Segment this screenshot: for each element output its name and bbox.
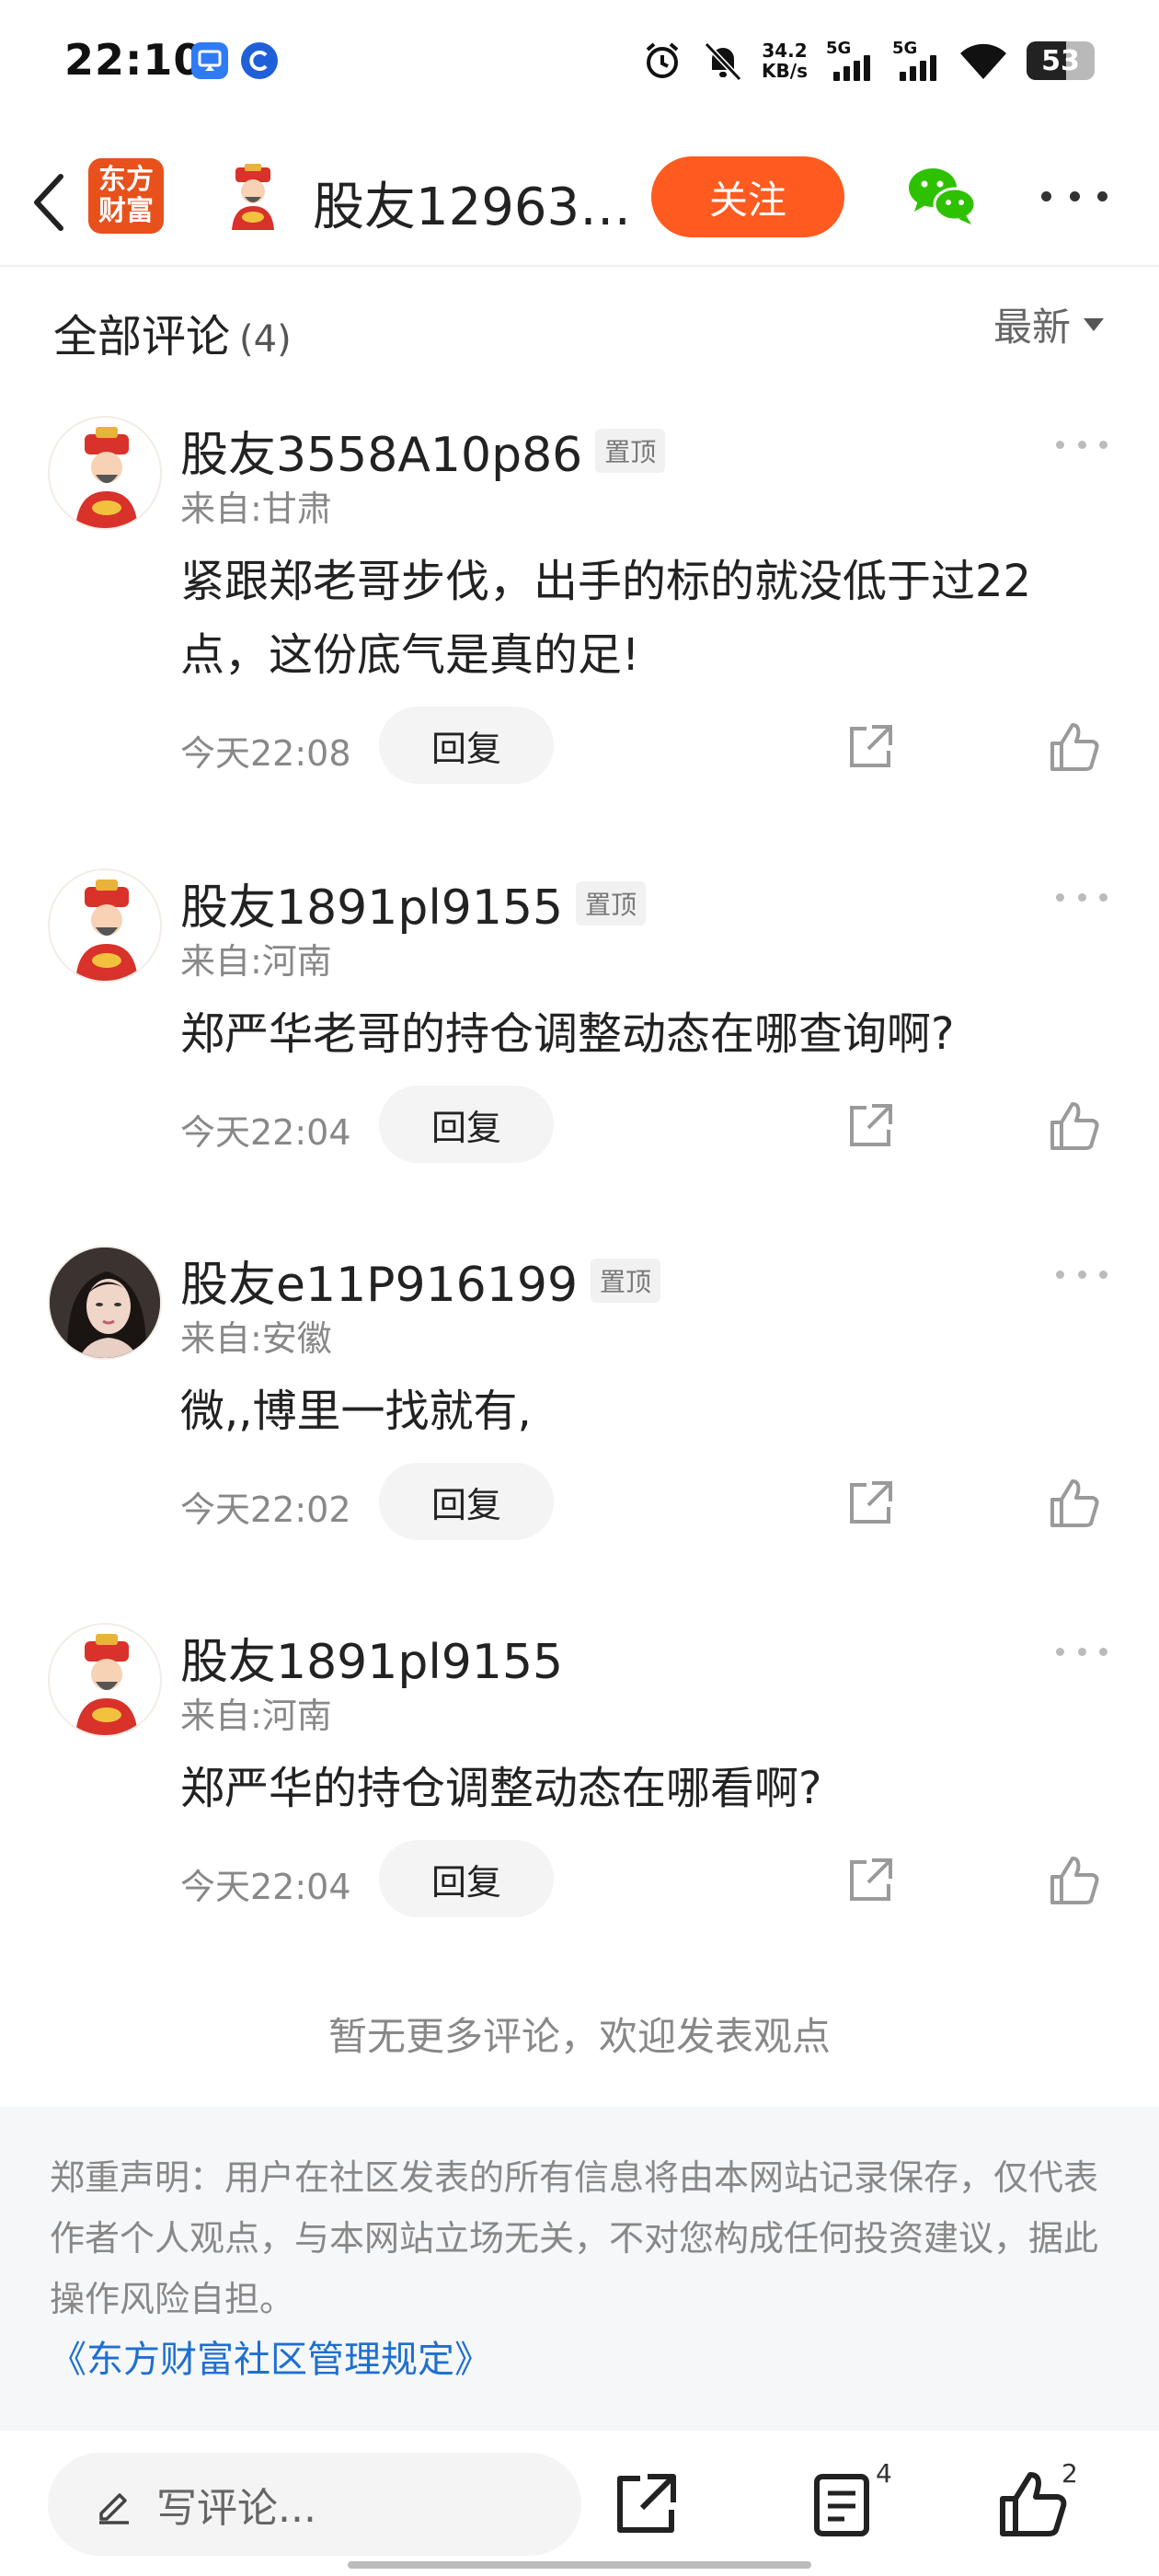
eastmoney-logo[interactable]: 东方 财富	[88, 158, 164, 234]
pinned-badge: 置顶	[595, 428, 666, 473]
comment-text: 郑严华的持仓调整动态在哪看啊?	[180, 1763, 822, 1814]
header-bar: 东方 财富 股友12963… 关注	[0, 138, 1159, 267]
thumbs-up-icon[interactable]	[1047, 1098, 1102, 1154]
fortune-god-avatar[interactable]	[48, 1623, 162, 1737]
back-arrow-icon	[34, 174, 63, 231]
comment-time: 今天22:08	[180, 733, 351, 774]
reply-button[interactable]: 回复	[379, 1086, 554, 1163]
comment-author[interactable]: 股友3558A10p86 置顶	[180, 416, 666, 485]
comment-input[interactable]: 写评论...	[48, 2453, 581, 2556]
comment-more-button[interactable]	[1056, 1268, 1107, 1281]
comments-count-badge: 4	[876, 2458, 892, 2489]
comment-meta: 今天22:04 回复	[180, 1840, 1109, 1921]
likes-count-badge: 2	[1061, 2458, 1078, 2489]
net-speed: 34.2 KB/s	[762, 40, 808, 82]
thumbs-up-icon[interactable]	[1047, 719, 1102, 775]
comment-more-button[interactable]	[1056, 891, 1107, 903]
comment-more-button[interactable]	[1056, 438, 1107, 451]
comments-count: (4)	[239, 318, 292, 361]
signal-icon: 5G	[826, 39, 874, 83]
disclaimer-text: 郑重声明：用户在社区发表的所有信息将由本网站记录保存，仅代表作者个人观点，与本网…	[50, 2157, 1099, 2319]
share-icon[interactable]	[843, 719, 898, 775]
thumbs-up-icon[interactable]	[1047, 1476, 1102, 1531]
comment-time: 今天22:04	[180, 1867, 351, 1907]
comment-author[interactable]: 股友e11P916199 置顶	[180, 1246, 661, 1315]
sort-dropdown[interactable]: 最新	[993, 296, 1104, 352]
fortune-god-avatar[interactable]	[48, 416, 162, 530]
status-time: 22:10	[64, 35, 204, 85]
follow-button[interactable]: 关注	[651, 156, 844, 237]
share-icon[interactable]	[843, 1476, 898, 1531]
comment-text: 紧跟郑老哥步伐，出手的标的就没低于过22点，这份底气是真的足!	[180, 556, 1032, 681]
more-options-button[interactable]	[1041, 182, 1107, 210]
bell-off-icon	[704, 41, 742, 82]
girl-photo-avatar[interactable]	[48, 1246, 162, 1360]
comments-title: 全部评论 (4)	[53, 311, 292, 362]
comment-time: 今天22:02	[180, 1489, 351, 1530]
app-c-icon	[241, 42, 278, 79]
comment-meta: 今天22:08 回复	[180, 707, 1109, 788]
pencil-icon	[99, 2493, 129, 2524]
comment-item: 股友1891pl9155 置顶 来自:河南 郑严华老哥的持仓调整动态在哪查询啊? …	[0, 868, 1159, 1181]
comment-item: 股友e11P916199 置顶 来自:安徽 微,,博里一找就有, 今天22:02 …	[0, 1246, 1159, 1558]
author-avatar[interactable]	[217, 160, 289, 232]
caret-down-icon	[1084, 317, 1104, 331]
comment-location: 来自:河南	[180, 941, 332, 982]
alarm-icon	[646, 42, 679, 78]
share-icon[interactable]	[609, 2467, 683, 2541]
wechat-icon	[909, 168, 977, 224]
battery-icon: 53	[1027, 41, 1095, 80]
thumbs-up-icon[interactable]	[995, 2467, 1069, 2541]
home-indicator[interactable]	[348, 2561, 811, 2569]
comment-meta: 今天22:02 回复	[180, 1463, 1109, 1544]
status-bar: 22:10 34.2 KB/s 5G 5G 53	[0, 0, 1159, 129]
status-right: 34.2 KB/s 5G 5G 53	[640, 33, 1095, 88]
wechat-share-button[interactable]	[905, 164, 979, 228]
comments-header: 全部评论 (4) 最新	[0, 276, 1159, 386]
comment-item: 股友1891pl9155 来自:河南 郑严华的持仓调整动态在哪看啊? 今天22:…	[0, 1623, 1159, 1936]
bottom-bar: 写评论... 4 2	[0, 2431, 1159, 2576]
comment-author[interactable]: 股友1891pl9155	[180, 1623, 563, 1692]
disclaimer-panel: 郑重声明：用户在社区发表的所有信息将由本网站记录保存，仅代表作者个人观点，与本网…	[0, 2107, 1159, 2431]
reply-button[interactable]: 回复	[379, 1840, 554, 1917]
signal-icon: 5G	[892, 39, 940, 83]
no-more-comments: 暂无更多评论，欢迎发表观点	[327, 2014, 831, 2059]
fortune-god-avatar[interactable]	[48, 868, 162, 983]
comment-location: 来自:甘肃	[180, 489, 332, 529]
comment-item: 股友3558A10p86 置顶 来自:甘肃 紧跟郑老哥步伐，出手的标的就没低于过2…	[0, 416, 1159, 802]
comment-text: 微,,博里一找就有,	[180, 1386, 532, 1437]
community-rules-link[interactable]: 《东方财富社区管理规定》	[50, 2329, 1109, 2390]
thumbs-up-icon[interactable]	[1047, 1853, 1102, 1908]
reply-button[interactable]: 回复	[379, 1463, 554, 1540]
author-name[interactable]: 股友12963…	[313, 166, 631, 240]
comment-text: 郑严华老哥的持仓调整动态在哪查询啊?	[180, 1008, 955, 1060]
comment-list-icon[interactable]	[808, 2467, 881, 2541]
comment-location: 来自:河南	[180, 1696, 332, 1736]
share-icon[interactable]	[843, 1853, 898, 1908]
comment-location: 来自:安徽	[180, 1318, 332, 1359]
wifi-icon	[960, 43, 1006, 79]
back-button[interactable]	[20, 166, 85, 239]
share-icon[interactable]	[843, 1098, 898, 1154]
comment-author[interactable]: 股友1891pl9155 置顶	[180, 868, 647, 937]
comment-more-button[interactable]	[1056, 1645, 1107, 1658]
comment-time: 今天22:04	[180, 1112, 351, 1153]
pinned-badge: 置顶	[591, 1258, 661, 1303]
screen-mirror-icon	[191, 42, 228, 79]
comment-meta: 今天22:04 回复	[180, 1086, 1109, 1167]
pinned-badge: 置顶	[576, 880, 647, 926]
reply-button[interactable]: 回复	[379, 707, 554, 784]
